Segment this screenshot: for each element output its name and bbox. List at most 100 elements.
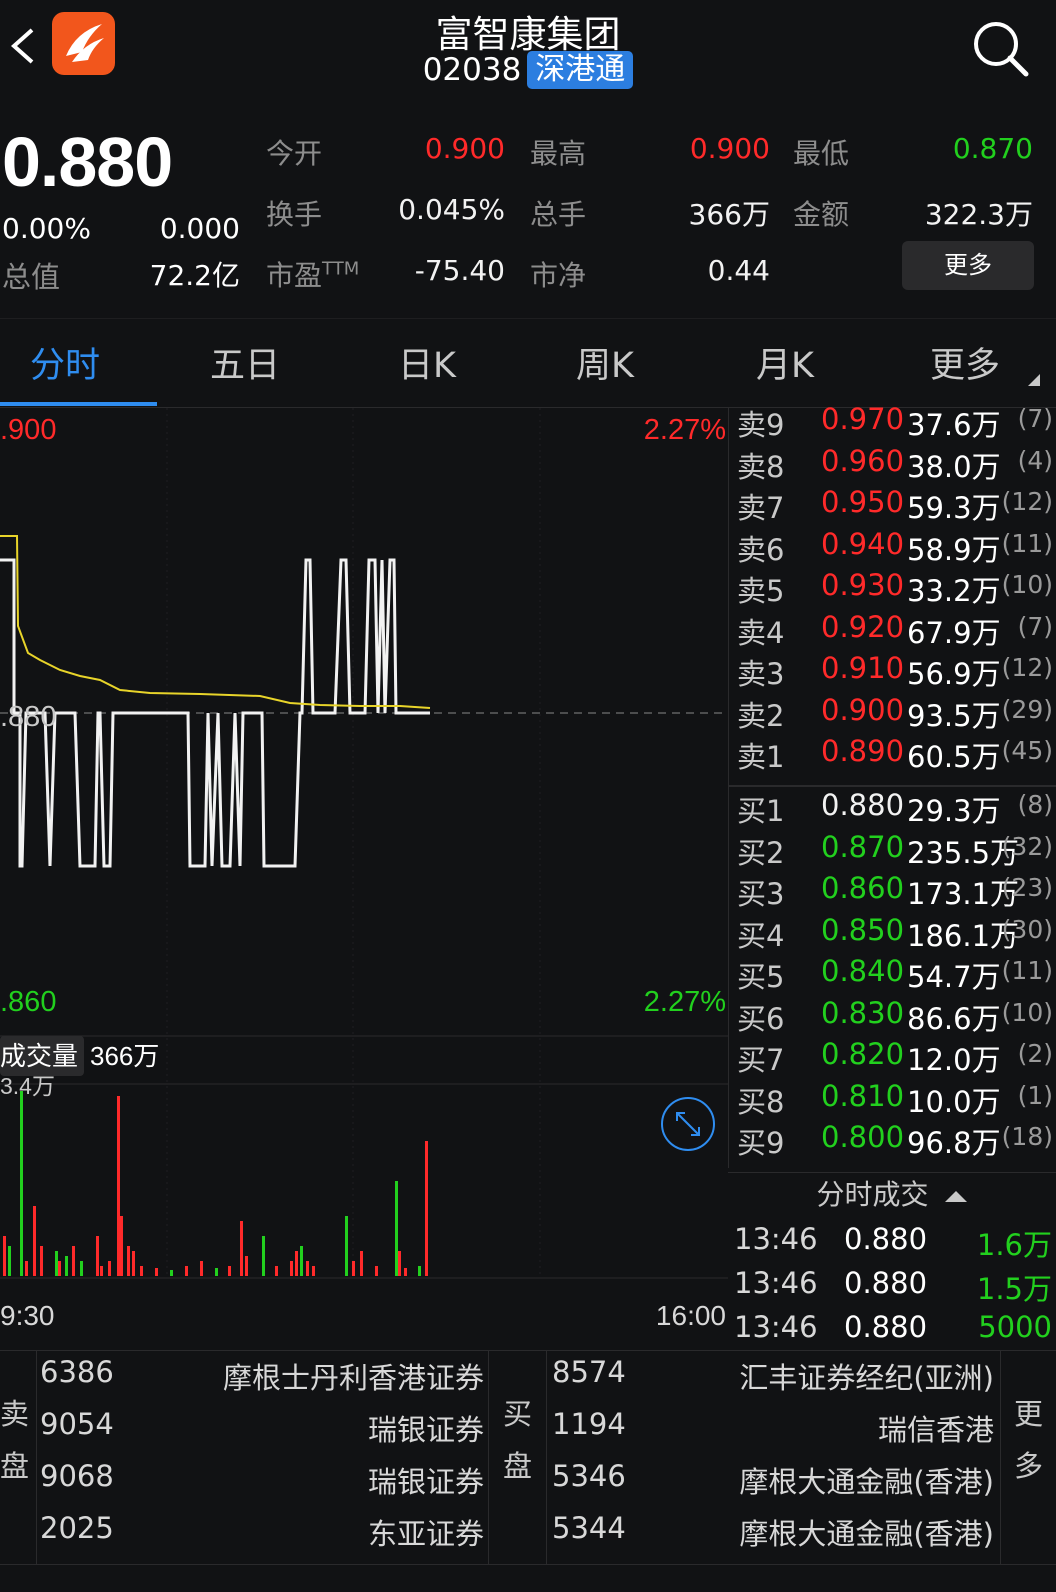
volume-bar: [404, 1268, 407, 1276]
tab-monthly-k[interactable]: 月K: [756, 337, 814, 388]
volume-bar: [425, 1141, 428, 1276]
book-price: 0.960: [821, 443, 905, 478]
open-label: 今开: [266, 137, 323, 170]
volume-bar: [80, 1261, 83, 1276]
tick-trades-header[interactable]: 分时成交: [728, 1172, 1056, 1216]
bid-row[interactable]: 买7 0.820 12.0万 (2): [729, 1037, 1056, 1079]
buy-broker-row[interactable]: 5346 摩根大通金融(香港): [552, 1459, 994, 1511]
book-order-count: (7): [1017, 611, 1053, 641]
volume-bar: [120, 1216, 123, 1276]
ask-row[interactable]: 卖8 0.960 38.0万 (4): [729, 444, 1056, 486]
book-volume: 37.6万: [907, 408, 1001, 442]
broker-queue: 卖 盘 买 盘 更 多 6386 摩根士丹利香港证券 8574 汇丰证券经纪(亚洲) 9…: [0, 1350, 1056, 1565]
volume-label: 总手: [530, 198, 587, 231]
book-level: 买5: [737, 960, 785, 994]
bid-row[interactable]: 买5 0.840 54.7万 (11): [729, 954, 1056, 996]
connect-badge[interactable]: 深港通: [527, 50, 634, 89]
open-value: 0.900: [424, 132, 505, 165]
buy-broker-row[interactable]: 1194 瑞信香港: [552, 1407, 994, 1459]
ask-row[interactable]: 卖9 0.970 37.6万 (7): [729, 402, 1056, 444]
sell-broker-row[interactable]: 6386 摩根士丹利香港证券: [40, 1355, 484, 1407]
tab-five-day[interactable]: 五日: [210, 337, 280, 388]
book-divider: [728, 785, 1056, 787]
broker-more-char-1[interactable]: 更: [1014, 1391, 1043, 1433]
volume-bar: [3, 1236, 6, 1276]
tick-trade-row: 13:46 0.880 5000: [734, 1310, 1052, 1354]
sell-broker-row[interactable]: 9068 瑞银证券: [40, 1459, 484, 1511]
buy-broker-row[interactable]: 8574 汇丰证券经纪(亚洲): [552, 1355, 994, 1407]
tick-trade-row: 13:46 0.880 1.6万: [734, 1222, 1052, 1266]
volume-chip-label[interactable]: 成交量: [0, 1042, 78, 1072]
book-order-count: (30): [1001, 914, 1053, 944]
broker-sep-1: [36, 1351, 37, 1564]
sell-broker-row[interactable]: 2025 东亚证券: [40, 1511, 484, 1563]
volume-max-label: 3.4万: [0, 1073, 55, 1099]
ask-row[interactable]: 卖2 0.900 93.5万 (29): [729, 693, 1056, 735]
book-level: 买3: [737, 877, 785, 911]
broker-id: 9054: [40, 1407, 114, 1441]
turnover-value: 0.045%: [398, 193, 505, 226]
sell-side-char-2: 盘: [0, 1449, 30, 1483]
broker-name: 瑞银证券: [367, 1413, 484, 1447]
quote-more-button[interactable]: 更多: [902, 241, 1034, 290]
pe-ttm-sup: TTM: [322, 258, 360, 280]
bid-row[interactable]: 买2 0.870 235.5万 (32): [729, 830, 1056, 872]
tab-more[interactable]: 更多: [930, 337, 1000, 388]
bid-row[interactable]: 买4 0.850 186.1万 (30): [729, 913, 1056, 955]
broker-name: 瑞信香港: [877, 1413, 994, 1447]
high-label: 最高: [530, 137, 587, 170]
expand-chart-icon[interactable]: [661, 1097, 715, 1151]
pe-value: -75.40: [414, 254, 505, 287]
book-level: 买8: [737, 1084, 785, 1119]
ask-row[interactable]: 卖5 0.930 33.2万 (10): [729, 568, 1056, 610]
volume-bar: [200, 1261, 203, 1276]
volume-bar: [295, 1251, 298, 1276]
ask-row[interactable]: 卖1 0.890 60.5万 (45): [729, 734, 1056, 776]
volume-bar: [132, 1251, 135, 1276]
book-price: 0.810: [821, 1078, 905, 1113]
bid-row[interactable]: 买3 0.860 173.1万 (23): [729, 871, 1056, 913]
change-percent: 0.00%: [2, 212, 91, 245]
book-level: 卖4: [737, 615, 785, 650]
pct-bottom-label: 2.27%: [644, 986, 726, 1018]
search-icon[interactable]: [968, 16, 1032, 80]
order-book: 卖9 0.970 37.6万 (7) 卖8 0.960 38.0万 (4) 卖7 0.950 59.…: [728, 402, 1056, 1168]
ask-row[interactable]: 卖7 0.950 59.3万 (12): [729, 485, 1056, 527]
ask-row[interactable]: 卖6 0.940 58.9万 (11): [729, 527, 1056, 569]
book-volume: 60.5万: [907, 740, 1001, 774]
volume-bar: [245, 1256, 248, 1276]
amount-label: 金额: [793, 198, 850, 231]
tab-weekly-k[interactable]: 周K: [576, 337, 634, 388]
bid-row[interactable]: 买9 0.800 96.8万 (18): [729, 1120, 1056, 1162]
book-price: 0.970: [821, 402, 905, 436]
intraday-chart[interactable]: .900 .880 .860 2.27% 2.27% 成交量 366万 3.4万…: [0, 408, 728, 1350]
broker-id: 5346: [552, 1459, 626, 1493]
book-price: 0.920: [821, 609, 905, 644]
tab-daily-k[interactable]: 日K: [398, 337, 456, 388]
book-level: 卖8: [737, 449, 785, 484]
trade-volume: 5000: [978, 1310, 1052, 1344]
book-order-count: (32): [1001, 831, 1053, 861]
last-price: 0.880: [2, 123, 173, 201]
volume-bar: [155, 1268, 158, 1276]
book-volume: 38.0万: [907, 449, 1001, 484]
volume-bar: [96, 1236, 99, 1276]
book-level: 买7: [737, 1043, 785, 1077]
tab-more-caret-icon: [1028, 374, 1040, 386]
book-volume: 59.3万: [907, 491, 1001, 525]
sell-broker-row[interactable]: 9054 瑞银证券: [40, 1407, 484, 1459]
buy-broker-row[interactable]: 5344 摩根大通金融(香港): [552, 1511, 994, 1563]
bid-row[interactable]: 买6 0.830 86.6万 (10): [729, 996, 1056, 1038]
volume-bar: [275, 1266, 278, 1276]
broker-name: 摩根士丹利香港证券: [222, 1361, 484, 1395]
pct-top-label: 2.27%: [644, 414, 726, 446]
bid-row[interactable]: 买1 0.880 29.3万 (8): [729, 788, 1056, 830]
ask-row[interactable]: 卖3 0.910 56.9万 (12): [729, 651, 1056, 693]
broker-more-char-2[interactable]: 多: [1014, 1443, 1043, 1485]
trade-time: 13:46: [734, 1222, 818, 1256]
tick-trades-title: 分时成交: [816, 1178, 929, 1211]
ask-row[interactable]: 卖4 0.920 67.9万 (7): [729, 610, 1056, 652]
bid-row[interactable]: 买8 0.810 10.0万 (1): [729, 1079, 1056, 1121]
market-cap-value: 72.2亿: [149, 259, 240, 292]
tab-intraday[interactable]: 分时: [30, 337, 100, 388]
